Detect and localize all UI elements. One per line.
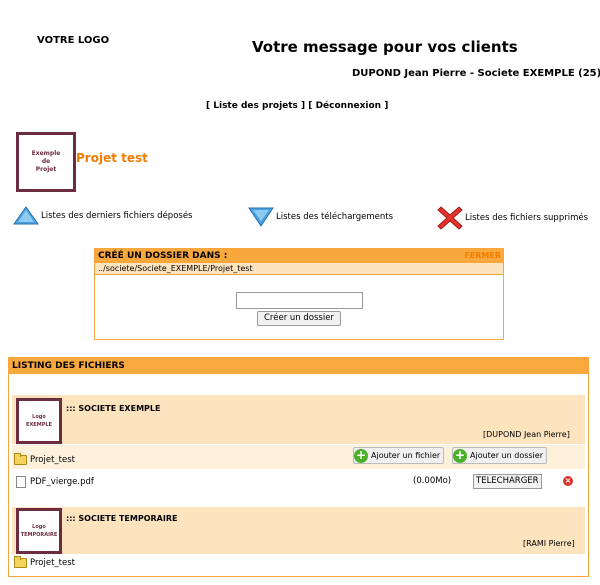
project-thumbnail: Exemple de Projet [16, 132, 76, 192]
projects-link[interactable]: Liste des projets [213, 101, 298, 111]
logo-text: EXEMPLE [26, 422, 52, 428]
plus-icon: + [453, 447, 467, 463]
thumb-text: de [41, 158, 51, 165]
listing-header: LISTING DES FICHIERS [9, 358, 588, 374]
file-name: PDF_vierge.pdf [30, 477, 94, 487]
legend-deleted-label: Listes des fichiers supprimés [465, 213, 589, 223]
up-arrow-icon [13, 206, 39, 225]
red-cross-icon [437, 206, 463, 230]
thumb-text: Projet [35, 166, 57, 173]
client-message: Votre message pour vos clients [252, 38, 518, 56]
folder-item[interactable]: Projet_test [14, 556, 75, 568]
folder-label: Projet_test [30, 455, 75, 465]
file-item[interactable]: PDF_vierge.pdf [16, 476, 94, 488]
file-icon [16, 476, 26, 488]
company-logo: Logo TEMPORAIRE [16, 508, 62, 554]
add-folder-label: Ajouter un dossier [470, 451, 543, 460]
add-file-label: Ajouter un fichier [371, 451, 441, 460]
logo-text: Logo [32, 414, 46, 420]
company-name: ::: SOCIETE EXEMPLE [66, 404, 161, 413]
legend-downloads-label: Listes des téléchargements [276, 212, 394, 222]
folder-icon [14, 453, 27, 465]
nav-bracket: ] [381, 101, 389, 111]
thumb-text: Exemple [31, 150, 61, 157]
user-info: DUPOND Jean Pierre - Societe EXEMPLE (25… [352, 68, 600, 79]
plus-icon: + [354, 447, 368, 463]
logout-link[interactable]: Déconnexion [316, 101, 382, 111]
add-file-button[interactable]: + Ajouter un fichier [353, 447, 445, 464]
create-folder-title: CRÉÉ UN DOSSIER DANS : [98, 251, 228, 261]
create-folder-panel: CRÉÉ UN DOSSIER DANS : FERMER ../societe… [94, 248, 504, 340]
create-folder-header: CRÉÉ UN DOSSIER DANS : FERMER [95, 249, 503, 262]
delete-icon[interactable]: × [563, 476, 573, 486]
add-folder-button[interactable]: + Ajouter un dossier [452, 447, 547, 464]
close-link[interactable]: FERMER [464, 251, 501, 260]
top-nav: [ Liste des projets ] [ Déconnexion ] [206, 101, 388, 111]
company-name: ::: SOCIETE TEMPORAIRE [66, 514, 178, 523]
down-arrow-icon [248, 207, 274, 227]
logo-text: TEMPORAIRE [20, 532, 58, 538]
company-logo: Logo EXEMPLE [16, 398, 62, 444]
legend-downloads[interactable]: Listes des téléchargements [248, 206, 393, 228]
logo-text: Logo [32, 524, 46, 530]
folder-label: Projet_test [30, 558, 75, 568]
folder-path: ../societe/Societe_EXEMPLE/Projet_test [95, 262, 503, 275]
legend-uploaded-label: Listes des derniers fichiers déposés [41, 211, 193, 221]
download-button[interactable]: TELECHARGER [473, 474, 542, 489]
folder-icon [14, 556, 27, 568]
nav-bracket: ] [ [297, 101, 316, 111]
folder-item[interactable]: Projet_test [14, 453, 75, 465]
folder-name-input[interactable] [236, 292, 363, 309]
company-owner: [DUPOND Jean Pierre] [483, 430, 570, 439]
site-logo: VOTRE LOGO [37, 35, 110, 46]
legend-uploaded[interactable]: Listes des derniers fichiers déposés [13, 206, 193, 226]
project-title: Projet test [76, 151, 148, 165]
legend-deleted[interactable]: Listes des fichiers supprimés [437, 205, 588, 231]
company-owner: [RAMI Pierre] [523, 539, 575, 548]
file-size: (0.00Mo) [413, 476, 452, 486]
create-folder-button[interactable]: Créer un dossier [257, 311, 341, 326]
